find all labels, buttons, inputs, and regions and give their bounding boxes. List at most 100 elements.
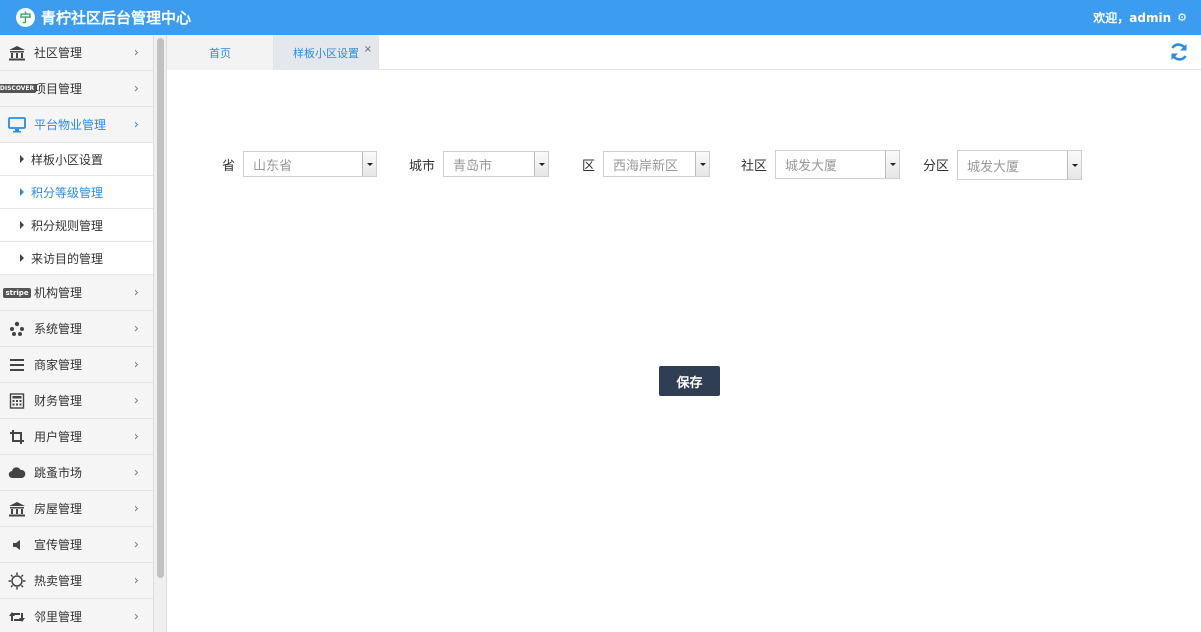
sidebar-subitem-points-level[interactable]: 积分等级管理 [0, 176, 153, 209]
chevron-right-icon: › [133, 465, 139, 480]
refresh-icon[interactable] [1168, 41, 1190, 63]
sidebar-subitem-label: 积分等级管理 [31, 185, 104, 200]
caret-right-icon [20, 188, 24, 196]
save-button[interactable]: 保存 [659, 366, 720, 396]
caret-right-icon [20, 155, 24, 163]
yelp-icon [7, 321, 27, 337]
dropdown-arrow-icon [534, 152, 548, 176]
dropdown-arrow-icon [1067, 151, 1081, 179]
sidebar-item-housing[interactable]: 房屋管理 › [0, 491, 153, 527]
sidebar-item-label: 跳蚤市场 [34, 466, 83, 480]
sidebar-item-label: 房屋管理 [34, 502, 83, 516]
bars-icon [7, 357, 27, 373]
cloud-icon [7, 465, 27, 481]
sidebar-item-publicity[interactable]: 宣传管理 › [0, 527, 153, 563]
sidebar-scrollbar[interactable] [154, 35, 167, 632]
tab-model-community[interactable]: 样板小区设置 × [274, 35, 379, 70]
dropdown-arrow-icon [885, 151, 899, 178]
district-value: 西海岸新区 [613, 158, 679, 174]
brand: 宁 青柠社区后台管理中心 [16, 7, 191, 28]
sidebar-subitem-label: 来访目的管理 [31, 251, 104, 266]
chevron-right-icon: › [133, 45, 139, 60]
caret-right-icon [20, 254, 24, 262]
chevron-right-icon: › [133, 429, 139, 444]
chevron-right-icon: › [133, 81, 139, 96]
sidebar-subitem-label: 积分规则管理 [31, 218, 104, 233]
subdistrict-value: 城发大厦 [967, 159, 1020, 175]
sidebar-item-hot-sale[interactable]: 热卖管理 › [0, 563, 153, 599]
sidebar-item-flea-market[interactable]: 跳蚤市场 › [0, 455, 153, 491]
sidebar-item-label: 热卖管理 [34, 574, 83, 588]
sidebar-item-label: 商家管理 [34, 358, 83, 372]
chevron-right-icon: › [133, 321, 139, 336]
retweet-icon [7, 609, 27, 625]
city-select[interactable]: 青岛市 [443, 151, 549, 177]
chevron-right-icon: › [133, 501, 139, 516]
sidebar-item-users[interactable]: 用户管理 › [0, 419, 153, 455]
sun-icon [7, 572, 27, 589]
monitor-icon [7, 116, 27, 133]
sidebar-subitem-model-community[interactable]: 样板小区设置 [0, 143, 153, 176]
scrollbar-thumb[interactable] [157, 38, 164, 578]
tab-label: 首页 [209, 46, 231, 60]
sidebar-item-community[interactable]: 社区管理 › [0, 35, 153, 71]
calculator-icon [7, 392, 27, 409]
caret-right-icon [20, 221, 24, 229]
gear-icon[interactable]: ⚙ [1177, 11, 1187, 24]
sidebar-item-label: 邻里管理 [34, 610, 83, 624]
discover-card-icon: DISCOVER [0, 81, 37, 97]
subdistrict-select[interactable]: 城发大厦 [957, 150, 1082, 180]
chevron-down-icon: › [133, 117, 139, 132]
dropdown-arrow-icon [695, 152, 709, 176]
sidebar-item-label: 社区管理 [34, 46, 83, 60]
chevron-right-icon: › [133, 573, 139, 588]
subdistrict-label: 分区 [923, 159, 950, 174]
volume-icon [7, 537, 27, 553]
stripe-icon: stripe [3, 287, 31, 298]
sidebar-item-label: 财务管理 [34, 394, 83, 408]
city-value: 青岛市 [453, 158, 493, 174]
sidebar-item-label: 宣传管理 [34, 538, 83, 552]
sidebar-item-neighbors[interactable]: 邻里管理 › [0, 599, 153, 632]
logo-icon: 宁 [16, 8, 35, 27]
bank-icon [7, 501, 27, 517]
community-value: 城发大厦 [785, 159, 838, 174]
sidebar-item-label: 系统管理 [34, 322, 83, 336]
community-label: 社区 [741, 159, 768, 174]
sidebar-subitem-label: 样板小区设置 [31, 152, 104, 167]
top-bar: 宁 青柠社区后台管理中心 欢迎，admin ⚙ [0, 0, 1201, 35]
dropdown-arrow-icon [362, 152, 376, 176]
bank-icon [7, 45, 27, 61]
sidebar-item-label: 平台物业管理 [34, 118, 107, 132]
chevron-right-icon: › [133, 393, 139, 408]
sidebar-item-organization[interactable]: stripe 机构管理 › [0, 275, 153, 311]
sidebar-item-platform-property[interactable]: 平台物业管理 › [0, 107, 153, 143]
sidebar-item-merchant[interactable]: 商家管理 › [0, 347, 153, 383]
sidebar: 社区管理 › DISCOVER 项目管理 › 平台物业管理 › 样板小区设置 积… [0, 35, 154, 632]
province-select[interactable]: 山东省 [243, 151, 377, 177]
district-select[interactable]: 西海岸新区 [603, 151, 710, 177]
chevron-right-icon: › [133, 609, 139, 624]
chevron-right-icon: › [133, 357, 139, 372]
chevron-right-icon: › [133, 285, 139, 300]
tab-home[interactable]: 首页 [167, 35, 274, 70]
user-menu[interactable]: 欢迎，admin ⚙ [1093, 9, 1187, 26]
main-content: 省 山东省 城市 青岛市 区 西海岸新区 社区 城发大厦 分区 城发大厦 保存 [167, 70, 1201, 632]
crop-icon [7, 429, 27, 445]
sidebar-subitem-visit-purpose[interactable]: 来访目的管理 [0, 242, 153, 275]
province-value: 山东省 [253, 158, 293, 174]
chevron-right-icon: › [133, 537, 139, 552]
welcome-text: 欢迎，admin [1093, 11, 1172, 25]
app-title: 青柠社区后台管理中心 [41, 9, 192, 27]
sidebar-item-system[interactable]: 系统管理 › [0, 311, 153, 347]
community-select[interactable]: 城发大厦 [775, 150, 900, 179]
district-label: 区 [582, 159, 596, 174]
sidebar-item-projects[interactable]: DISCOVER 项目管理 › [0, 71, 153, 107]
province-label: 省 [222, 159, 236, 174]
sidebar-item-finance[interactable]: 财务管理 › [0, 383, 153, 419]
close-icon[interactable]: × [364, 44, 372, 55]
city-label: 城市 [409, 159, 436, 174]
sidebar-item-label: 用户管理 [34, 430, 83, 444]
sidebar-item-label: 项目管理 [34, 82, 83, 96]
sidebar-subitem-points-rules[interactable]: 积分规则管理 [0, 209, 153, 242]
